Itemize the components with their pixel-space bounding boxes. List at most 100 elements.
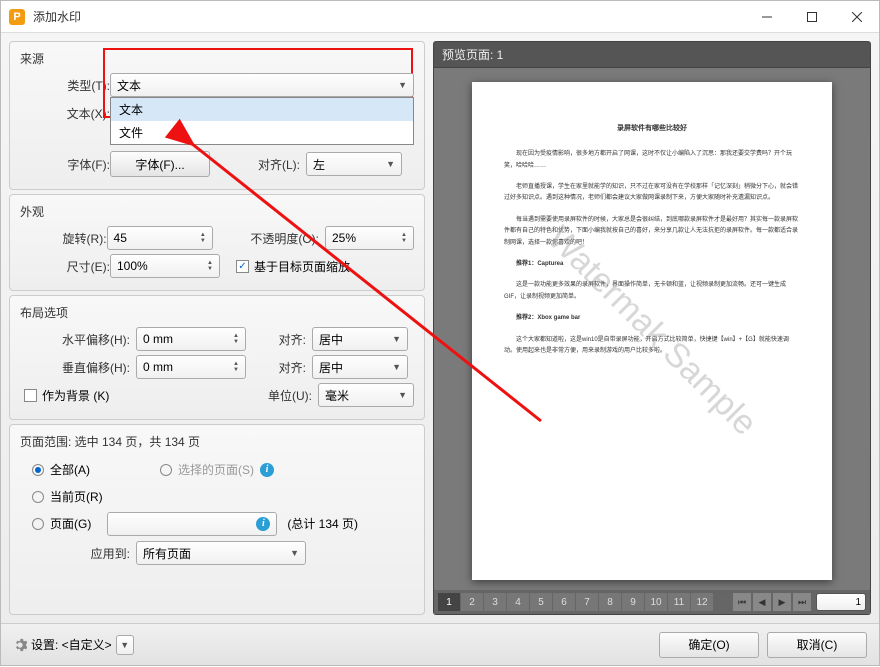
pager-input[interactable] xyxy=(816,593,866,611)
group-source-title: 来源 xyxy=(20,50,414,67)
chevron-down-icon: ▼ xyxy=(386,159,395,169)
spinner-arrows-icon: ▲▼ xyxy=(200,232,206,244)
valign-value: 居中 xyxy=(319,359,343,376)
page-number[interactable]: 4 xyxy=(507,593,529,611)
page-number[interactable]: 5 xyxy=(530,593,552,611)
opacity-label: 不透明度(O): xyxy=(223,230,319,247)
source-align-select[interactable]: 左 ▼ xyxy=(306,152,402,176)
radio-all-label: 全部(A) xyxy=(50,461,90,478)
unit-label: 单位(U): xyxy=(252,387,312,404)
size-label: 尺寸(E): xyxy=(20,258,110,275)
size-input[interactable]: 100% ▲▼ xyxy=(110,254,220,278)
pager-prev-button[interactable]: ◀ xyxy=(753,593,771,611)
background-checkbox[interactable] xyxy=(24,389,37,402)
close-button[interactable] xyxy=(834,1,879,33)
pager-last-button[interactable]: ⏭ xyxy=(793,593,811,611)
group-source: 来源 类型(T): 文本 ▼ 文本 文件 文本(X): xyxy=(9,41,425,190)
background-label: 作为背景 (K) xyxy=(42,387,109,404)
voff-input[interactable]: 0 mm ▲▼ xyxy=(136,355,246,379)
valign-select[interactable]: 居中 ▼ xyxy=(312,355,408,379)
hoff-input[interactable]: 0 mm ▲▼ xyxy=(136,327,246,351)
page-number[interactable]: 12 xyxy=(691,593,713,611)
page-number[interactable]: 10 xyxy=(645,593,667,611)
page-number[interactable]: 6 xyxy=(553,593,575,611)
source-align-label: 对齐(L): xyxy=(220,156,300,173)
minimize-button[interactable] xyxy=(744,1,789,33)
font-label: 字体(F): xyxy=(20,156,110,173)
preview-title: 预览页面: 1 xyxy=(433,41,871,68)
radio-current[interactable] xyxy=(32,491,44,503)
radio-current-label: 当前页(R) xyxy=(50,488,103,505)
apply-value: 所有页面 xyxy=(143,545,191,562)
page-number[interactable]: 3 xyxy=(484,593,506,611)
opacity-input[interactable]: 25% ▲▼ xyxy=(325,226,414,250)
pager-first-button[interactable]: ⏮ xyxy=(733,593,751,611)
source-align-value: 左 xyxy=(313,156,325,173)
group-range: 页面范围: 选中 134 页，共 134 页 全部(A) 选择的页面(S) i … xyxy=(9,424,425,615)
scale-checkbox[interactable]: ✓ xyxy=(236,260,249,273)
halign-value: 居中 xyxy=(319,331,343,348)
group-appearance: 外观 旋转(R): 45 ▲▼ 不透明度(O): 25% ▲▼ 尺寸(E): xyxy=(9,194,425,291)
radio-pages-label: 页面(G) xyxy=(50,515,91,532)
right-panel: 预览页面: 1 录屏软件有哪些比较好 现在因为受疫情影响，很多地方都开启了网课，… xyxy=(433,41,871,615)
pager: 1 2 3 4 5 6 7 8 9 10 11 12 ⏮ ◀ ▶ ⏭ xyxy=(434,590,870,614)
chevron-down-icon: ▼ xyxy=(290,548,299,558)
doc-title: 录屏软件有哪些比较好 xyxy=(504,122,800,135)
page-number[interactable]: 7 xyxy=(576,593,598,611)
rotate-value: 45 xyxy=(114,231,200,245)
minimize-icon xyxy=(762,12,772,22)
group-range-title: 页面范围: 选中 134 页，共 134 页 xyxy=(20,433,414,450)
spinner-arrows-icon: ▲▼ xyxy=(401,232,407,244)
main-area: 来源 类型(T): 文本 ▼ 文本 文件 文本(X): xyxy=(1,33,879,623)
gear-icon xyxy=(13,638,27,652)
type-select[interactable]: 文本 ▼ 文本 文件 xyxy=(110,73,414,97)
window-title: 添加水印 xyxy=(33,8,744,25)
radio-pages[interactable] xyxy=(32,518,44,530)
apply-select[interactable]: 所有页面 ▼ xyxy=(136,541,306,565)
page-number[interactable]: 11 xyxy=(668,593,690,611)
apply-label: 应用到: xyxy=(20,545,130,562)
cancel-button[interactable]: 取消(C) xyxy=(767,632,867,658)
doc-p: 现在因为受疫情影响，很多地方都开启了网课，这时不仅让小编陷入了沉思：那我还要交学… xyxy=(504,149,800,172)
spinner-arrows-icon: ▲▼ xyxy=(207,260,213,272)
dropdown-opt-file[interactable]: 文件 xyxy=(111,121,413,144)
rotate-input[interactable]: 45 ▲▼ xyxy=(107,226,213,250)
preview-canvas: 录屏软件有哪些比较好 现在因为受疫情影响，很多地方都开启了网课，这时不仅让小编陷… xyxy=(434,68,870,590)
halign-select[interactable]: 居中 ▼ xyxy=(312,327,408,351)
unit-select[interactable]: 毫米 ▼ xyxy=(318,383,414,407)
maximize-button[interactable] xyxy=(789,1,834,33)
settings-dropdown[interactable]: ▼ xyxy=(116,635,134,655)
chevron-down-icon: ▼ xyxy=(392,334,401,344)
hoff-label: 水平偏移(H): xyxy=(20,331,130,348)
info-icon: i xyxy=(256,517,270,531)
ok-button[interactable]: 确定(O) xyxy=(659,632,759,658)
window: P 添加水印 来源 类型(T): 文本 xyxy=(0,0,880,666)
rotate-label: 旋转(R): xyxy=(20,230,107,247)
page-number[interactable]: 8 xyxy=(599,593,621,611)
close-icon xyxy=(852,12,862,22)
app-icon: P xyxy=(9,9,25,25)
info-icon: i xyxy=(260,463,274,477)
font-button[interactable]: 字体(F)... xyxy=(110,151,210,177)
pager-next-button[interactable]: ▶ xyxy=(773,593,791,611)
size-value: 100% xyxy=(117,259,207,273)
page-number[interactable]: 9 xyxy=(622,593,644,611)
radio-selected-label: 选择的页面(S) xyxy=(178,461,254,478)
valign-label: 对齐: xyxy=(246,359,306,376)
page-number[interactable]: 2 xyxy=(461,593,483,611)
type-dropdown: 文本 文件 xyxy=(110,97,414,145)
radio-selected xyxy=(160,464,172,476)
footer: 设置: <自定义> ▼ 确定(O) 取消(C) xyxy=(1,623,879,665)
settings-label: 设置: <自定义> xyxy=(31,636,112,653)
radio-all[interactable] xyxy=(32,464,44,476)
dropdown-opt-text[interactable]: 文本 xyxy=(111,98,413,121)
voff-label: 垂直偏移(H): xyxy=(20,359,130,376)
type-value: 文本 xyxy=(117,77,141,94)
scale-label: 基于目标页面缩放 xyxy=(254,258,350,275)
type-label: 类型(T): xyxy=(20,77,110,94)
unit-value: 毫米 xyxy=(325,387,349,404)
spinner-arrows-icon: ▲▼ xyxy=(233,333,239,345)
opacity-value: 25% xyxy=(332,231,401,245)
preview-body: 录屏软件有哪些比较好 现在因为受疫情影响，很多地方都开启了网课，这时不仅让小编陷… xyxy=(433,68,871,615)
page-number[interactable]: 1 xyxy=(438,593,460,611)
